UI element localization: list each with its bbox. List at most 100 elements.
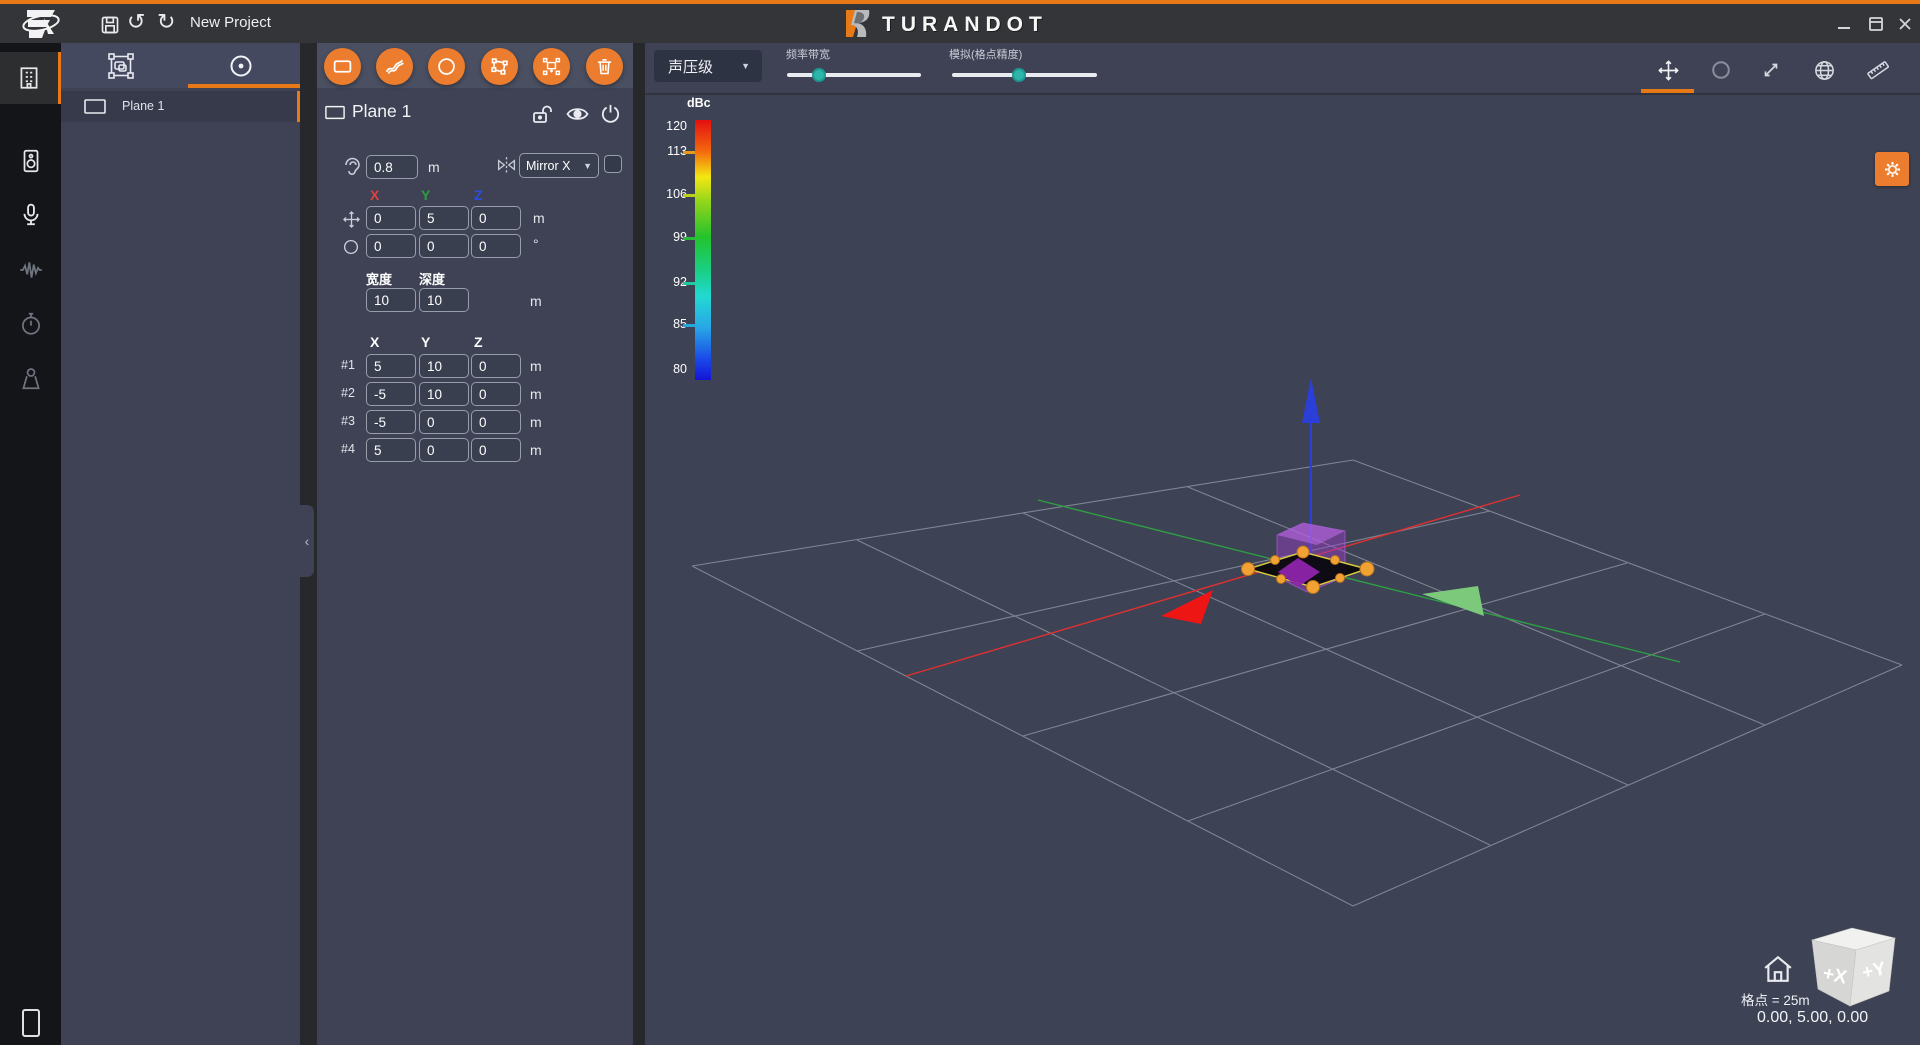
vertex2-x-input[interactable]	[366, 382, 416, 406]
orbit-tool-button[interactable]	[1709, 58, 1733, 82]
vertex1-y-input[interactable]	[419, 354, 469, 378]
colorbar-tick	[683, 151, 695, 154]
vertex-z-header: Z	[474, 334, 483, 350]
frequency-slider-label: 频率带宽	[786, 46, 830, 62]
gear-icon	[1883, 160, 1902, 179]
vertex-row-label: #1	[341, 358, 355, 372]
project-name: New Project	[190, 14, 271, 31]
rotation-y-input[interactable]	[419, 234, 469, 258]
colorbar-label: 120	[651, 119, 687, 133]
colorbar-label: 80	[651, 362, 687, 376]
sidebar-item-weight[interactable]	[0, 353, 61, 405]
position-x-input[interactable]	[366, 206, 416, 230]
unit-label: m	[533, 210, 545, 226]
colorbar-title: dBc	[687, 96, 711, 110]
selection-group-icon	[107, 52, 135, 80]
vertex1-z-input[interactable]	[471, 354, 521, 378]
save-button[interactable]	[100, 15, 120, 35]
vertex2-y-input[interactable]	[419, 382, 469, 406]
minimize-button[interactable]	[1830, 11, 1858, 37]
sidebar-item-waveform[interactable]	[0, 244, 61, 296]
delete-button[interactable]	[586, 48, 623, 85]
colorbar-tick	[683, 237, 695, 240]
position-z-input[interactable]	[471, 206, 521, 230]
vertex1-x-input[interactable]	[366, 354, 416, 378]
collapse-panel-handle[interactable]: ‹	[300, 505, 314, 577]
redo-button[interactable]: ↻	[157, 9, 175, 35]
precision-slider[interactable]	[952, 73, 1097, 77]
vertex3-z-input[interactable]	[471, 410, 521, 434]
zoom-tool-button[interactable]	[1759, 58, 1783, 82]
mobile-device-button[interactable]	[21, 1008, 41, 1038]
scene-3d[interactable]: +X +Y dBc 120 113 106 99 92 85 80	[645, 95, 1920, 1045]
app-window: ↺ ↻ New Project TURANDOT	[0, 0, 1920, 1045]
add-array-button[interactable]	[533, 48, 570, 85]
grid-spacing-label: 格点 = 25m	[1741, 989, 1810, 1009]
add-polygon-button[interactable]	[481, 48, 518, 85]
speaker-icon	[18, 148, 44, 174]
unit-label: m	[530, 293, 542, 309]
move-tool-button[interactable]	[1656, 58, 1680, 82]
vertex-row-label: #4	[341, 442, 355, 456]
vertex-row-label: #3	[341, 414, 355, 428]
add-circle-button[interactable]	[428, 48, 465, 85]
vertex4-y-input[interactable]	[419, 438, 469, 462]
brand-logo-icon	[845, 9, 872, 38]
layer-row-plane1[interactable]: Plane 1	[61, 91, 300, 122]
width-input[interactable]	[366, 288, 416, 312]
vertex4-z-input[interactable]	[471, 438, 521, 462]
phone-icon	[21, 1008, 41, 1038]
y-axis-cone	[1422, 586, 1484, 616]
frequency-slider-handle[interactable]	[812, 68, 826, 82]
cursor-coordinates: 0.00, 5.00, 0.00	[1757, 1009, 1868, 1027]
nav-cube[interactable]: +X +Y	[1812, 928, 1895, 1006]
x-axis-cone	[1161, 590, 1213, 624]
vertex-x-header: X	[370, 334, 379, 350]
sidebar-item-microphone[interactable]	[0, 189, 61, 241]
globe-tool-button[interactable]	[1812, 58, 1836, 82]
home-view-button[interactable]	[1763, 955, 1793, 983]
scene-settings-button[interactable]	[1875, 152, 1909, 186]
display-mode-select[interactable]: 声压级 ▼	[654, 50, 762, 82]
position-y-input[interactable]	[419, 206, 469, 230]
tab-geometry[interactable]	[61, 43, 181, 88]
titlebar: ↺ ↻ New Project TURANDOT	[0, 4, 1920, 43]
maximize-button[interactable]	[1862, 11, 1890, 37]
sidebar-item-timer[interactable]	[0, 298, 61, 350]
rotation-x-input[interactable]	[366, 234, 416, 258]
colorbar-label: 106	[651, 187, 687, 201]
precision-slider-handle[interactable]	[1012, 68, 1026, 82]
orbit-circle-icon	[1710, 59, 1732, 81]
tab-listeners[interactable]	[181, 43, 300, 88]
mirror-select[interactable]: Mirror X ▼	[519, 153, 599, 178]
active-tool-underline	[1641, 89, 1694, 93]
sidebar-item-venue[interactable]	[0, 52, 61, 104]
vertex2-z-input[interactable]	[471, 382, 521, 406]
ear-icon	[344, 157, 361, 177]
vertex3-x-input[interactable]	[366, 410, 416, 434]
close-button[interactable]	[1891, 11, 1919, 37]
rotation-z-input[interactable]	[471, 234, 521, 258]
circle-dot-icon	[227, 52, 255, 80]
power-button[interactable]	[599, 102, 622, 125]
listen-height-input[interactable]	[366, 155, 418, 179]
vertex-row-label: #2	[341, 386, 355, 400]
colorbar-tick	[683, 194, 695, 197]
properties-panel: Plane 1	[317, 43, 633, 1045]
frequency-slider[interactable]	[787, 73, 921, 77]
vertex4-x-input[interactable]	[366, 438, 416, 462]
unit-label: m	[530, 386, 542, 402]
measure-tool-button[interactable]	[1866, 58, 1890, 82]
visibility-button[interactable]	[565, 104, 590, 124]
undo-button[interactable]: ↺	[127, 9, 145, 35]
width-label: 宽度	[366, 269, 392, 288]
depth-input[interactable]	[419, 288, 469, 312]
vertex3-y-input[interactable]	[419, 410, 469, 434]
mirror-checkbox[interactable]	[604, 155, 622, 173]
add-rectangle-button[interactable]	[324, 48, 361, 85]
add-ribbon-button[interactable]	[376, 48, 413, 85]
unlock-button[interactable]	[531, 103, 556, 126]
colorbar-label: 99	[651, 230, 687, 244]
polygon-nodes-icon	[489, 56, 510, 77]
sidebar-item-speakers[interactable]	[0, 135, 61, 187]
